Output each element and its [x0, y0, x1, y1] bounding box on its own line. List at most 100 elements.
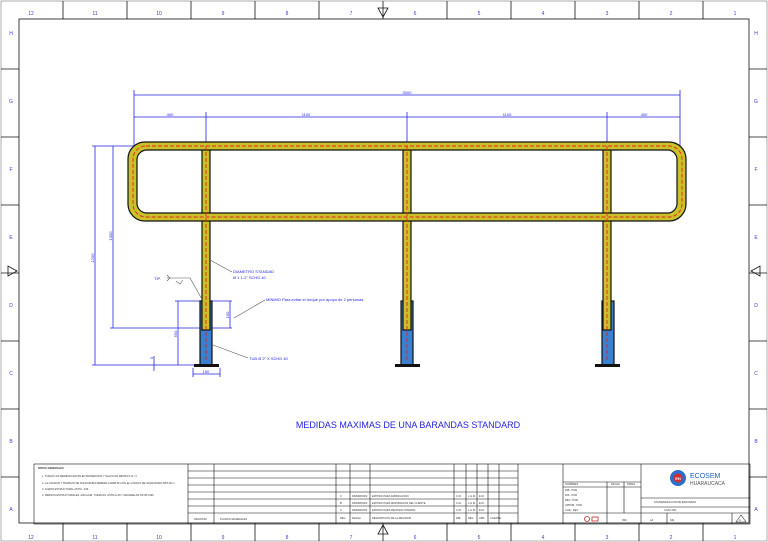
grid-column-label: 10 — [156, 535, 162, 541]
revision-date: DD/MM/2022 — [352, 508, 368, 512]
grid-row-label: H — [9, 31, 13, 37]
dim-total-height: 1200 — [90, 253, 95, 263]
revision-chk: L.G.M. — [468, 501, 476, 505]
grid-column-label: 4 — [542, 535, 545, 541]
company-name: ECOSEM — [690, 473, 721, 480]
sign-row-1: DIB.: POR — [565, 488, 577, 492]
cad-drawing-sheet: 121211111010998877665544332211H HG GF FE ED D… — [0, 0, 768, 542]
dim-base-offset: 0 — [149, 356, 154, 359]
dim-embed-depth: 550 — [173, 330, 178, 337]
grid-column-label: 1 — [734, 535, 737, 541]
sleeve-note: TUB Ø 2" X SCHD 40 — [249, 356, 289, 361]
diameter-note-line2: Ø 1 1-2" SCHD 40 — [233, 275, 267, 280]
dim-sleeve-overlap: 150 — [225, 311, 230, 318]
grid-column-label: 3 — [606, 11, 609, 17]
title-block: NOTAS GENERALES 1. TODAS LAS MEDIDAS EST… — [33, 463, 751, 525]
grid-row-label: F — [754, 167, 757, 173]
dim-span-2: 1100 — [503, 112, 512, 117]
tip-label: TIP. — [154, 276, 161, 281]
svg-text:EH: EH — [675, 476, 681, 481]
drawing-number: CASO 001 — [664, 508, 677, 512]
note-2: 2. LA CALIDAD Y TRABAJO DE SOLDADURA DEB… — [42, 481, 175, 485]
note-4: 4. PERNOS ESTRUCTURALES, ANCLAJE, TUERCA… — [42, 493, 154, 497]
revision-app: E.M. — [479, 501, 485, 505]
base-plate-left — [194, 364, 219, 367]
center-mark-left-icon — [7, 265, 18, 277]
grid-row-label: C — [9, 371, 13, 377]
grid-column-label: 8 — [286, 11, 289, 17]
revision-header: DIB. — [456, 516, 461, 520]
grid-row-label: A — [754, 507, 758, 513]
grid-column-label: 11 — [92, 535, 97, 541]
grid-column-label: 7 — [350, 11, 353, 17]
revision-by: C.M. — [456, 501, 462, 505]
sign-row-5: CLIE.: REV. — [565, 508, 579, 512]
outer-frame — [0, 0, 768, 542]
grid-row-label: E — [754, 235, 758, 241]
current-revision: A — [739, 518, 741, 522]
minimum-note: MINIMO Para evitar el torque por apoyo d… — [266, 297, 363, 302]
grid-column-label: 9 — [222, 11, 225, 17]
diameter-note-line1: DIAMETRO STANDAD — [233, 269, 274, 274]
sign-header-date: FECHA — [611, 482, 620, 486]
grid-row-label: D — [754, 303, 758, 309]
grid-column-label: 6 — [414, 535, 417, 541]
grid-column-label: 2 — [670, 11, 673, 17]
dim-end-left: 400 — [167, 112, 174, 117]
grid-row-label: F — [9, 167, 12, 173]
dim-total-length: 3000 — [403, 90, 413, 95]
grid-column-label: 11 — [92, 11, 97, 17]
grid-row-label: A — [9, 507, 13, 513]
dim-span-1: 1100 — [302, 112, 311, 117]
grid-column-label: 5 — [478, 535, 481, 541]
horizontal-dimensions: 3000 400 1100 1100 400 — [133, 90, 681, 150]
revision-date: DD/MM/2022 — [352, 494, 368, 498]
revision-chk: L.G.M. — [468, 494, 476, 498]
grid-reference-marks: 121211111010998877665544332211H HG GF FE ED D… — [1, 1, 767, 541]
company-subname: HUARAUCACA — [690, 481, 726, 487]
drawing-title: MEDIDAS MAXIMAS DE UNA BARANDAS STANDARD — [296, 420, 521, 430]
grid-row-label: B — [754, 439, 758, 445]
revision-header: APR. — [479, 516, 485, 520]
sheet-size: A4 — [650, 518, 654, 522]
revision-header: CLIENTE — [490, 516, 501, 520]
revision-date: DD/MM/2022 — [352, 501, 368, 505]
sign-header-signature: FIRMA — [627, 482, 635, 486]
notes-title: NOTAS GENERALES — [38, 466, 64, 470]
grid-column-label: 2 — [670, 535, 673, 541]
grid-column-label: 12 — [28, 535, 34, 541]
grid-column-label: 4 — [542, 11, 545, 17]
grid-row-label: H — [754, 31, 758, 37]
revision-triangle-icon — [735, 514, 747, 523]
revision-rev: A — [340, 508, 342, 512]
revision-header: FECHA — [352, 516, 361, 520]
grid-column-label: 3 — [606, 535, 609, 541]
grid-column-label: 5 — [478, 11, 481, 17]
note-1: 1. TODAS LAS MEDIDAS ESTAN EN MILIMETROS… — [42, 474, 137, 478]
company-logo: EH ECOSEM HUARAUCACA — [670, 470, 726, 487]
grid-column-label: 12 — [28, 11, 34, 17]
dim-base-width: 150 — [203, 369, 210, 374]
grid-row-label: B — [9, 439, 13, 445]
railing-assembly — [127, 141, 687, 367]
revision-desc: EMITIDO PARA REVISION INTERNA — [372, 508, 416, 512]
revision-by: C.M. — [456, 508, 462, 512]
grid-column-label: 8 — [286, 535, 289, 541]
base-plate-center — [395, 364, 420, 367]
grid-column-label: 10 — [156, 11, 162, 17]
dim-end-right: 400 — [641, 112, 648, 117]
revision-header: REV. — [340, 516, 346, 520]
sign-row-4: APROB.: POR — [565, 503, 582, 507]
ref-label: NRO/NOM. — [194, 517, 208, 521]
revision-app: E.M. — [479, 494, 485, 498]
grid-column-label: 6 — [414, 11, 417, 17]
revision-header: REV. — [468, 516, 474, 520]
scale: S/E — [670, 518, 674, 522]
revision-rev: C — [340, 494, 342, 498]
sign-row-2: DIS.: POR — [565, 493, 577, 497]
revision-app: E.M. — [479, 508, 485, 512]
sign-header-names: NOMBRES — [565, 482, 578, 486]
revision-rev: B — [340, 501, 342, 505]
revision-chk: L.G.M. — [468, 508, 476, 512]
grid-column-label: 7 — [350, 535, 353, 541]
